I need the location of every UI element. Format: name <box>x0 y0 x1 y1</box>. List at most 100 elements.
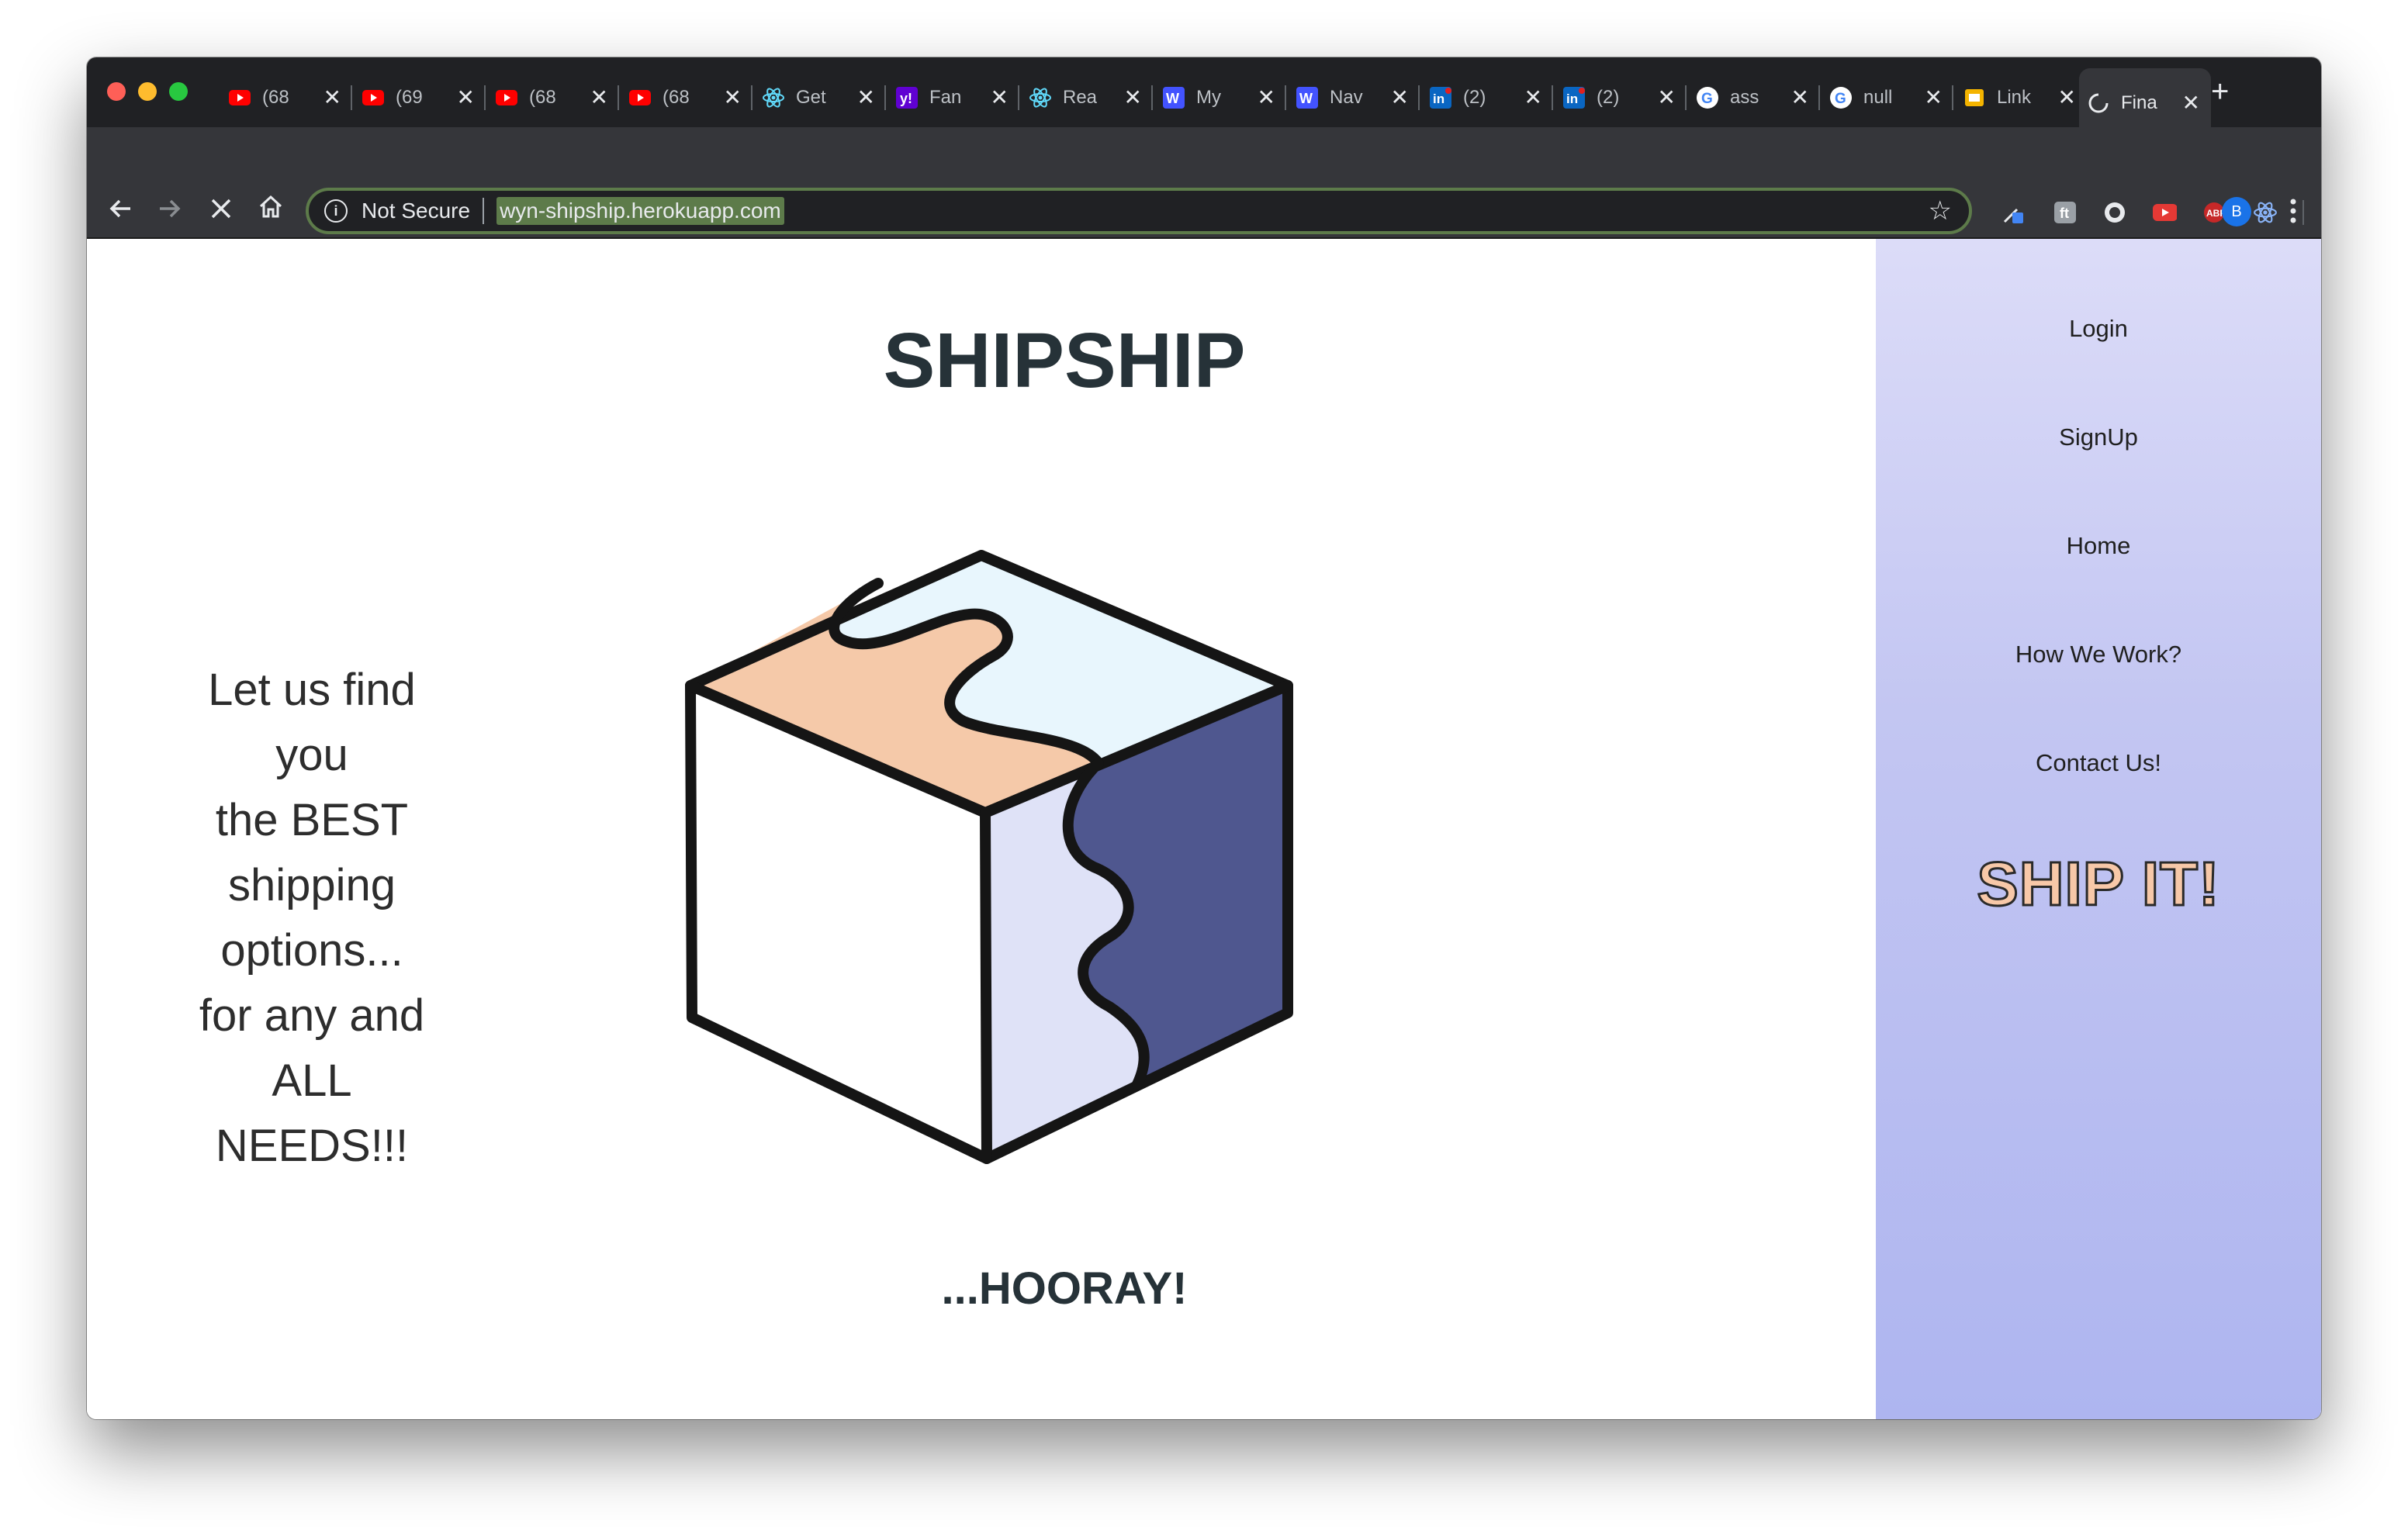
browser-tab[interactable]: W My ✕ <box>1154 68 1286 127</box>
tagline-line: for any and <box>199 990 425 1041</box>
browser-tab[interactable]: (68 ✕ <box>487 68 619 127</box>
tab-title: (68 <box>663 87 690 108</box>
browser-tab[interactable]: Link ✕ <box>1955 68 2087 127</box>
close-tab-icon[interactable]: ✕ <box>1124 87 1142 109</box>
github-extension-icon[interactable] <box>2102 200 2127 225</box>
forward-arrow-icon <box>160 199 181 218</box>
browser-tab[interactable]: G ass ✕ <box>1688 68 1820 127</box>
browser-tab[interactable]: y! Fan ✕ <box>887 68 1019 127</box>
close-tab-icon[interactable]: ✕ <box>724 87 742 109</box>
tagline-line: shipping <box>227 860 396 910</box>
tagline-line: the BEST <box>215 795 409 845</box>
tab-title: Get <box>796 87 826 108</box>
forward-button[interactable] <box>157 195 183 226</box>
browser-tab[interactable]: in (2) ✕ <box>1555 68 1687 127</box>
close-tab-icon[interactable]: ✕ <box>1258 87 1275 109</box>
close-tab-icon[interactable]: ✕ <box>2182 92 2200 114</box>
tab-title: Rea <box>1063 87 1098 108</box>
address-bar[interactable]: i Not Secure wyn-shipship.herokuapp.com … <box>306 188 1972 234</box>
close-tab-icon[interactable]: ✕ <box>991 87 1009 109</box>
font-extension-icon[interactable]: ft <box>2053 200 2078 225</box>
close-tab-icon[interactable]: ✕ <box>323 87 341 109</box>
yahoo-icon: y! <box>895 86 919 109</box>
home-icon <box>259 195 282 218</box>
react-devtools-icon[interactable] <box>2253 200 2278 225</box>
close-tab-icon[interactable]: ✕ <box>1925 87 1943 109</box>
close-tab-icon[interactable]: ✕ <box>457 87 475 109</box>
home-button[interactable] <box>258 194 284 225</box>
close-tab-icon[interactable]: ✕ <box>1524 87 1542 109</box>
tab-title: (69 <box>396 87 423 108</box>
close-tab-icon[interactable]: ✕ <box>590 87 608 109</box>
tagline-line: options... <box>220 925 403 976</box>
video-extension-icon[interactable] <box>2152 200 2177 225</box>
profile-avatar[interactable]: B <box>2222 197 2251 226</box>
nav-link-home[interactable]: Home <box>1876 532 2321 560</box>
close-window-button[interactable] <box>107 82 126 101</box>
tab-title: (2) <box>1463 87 1486 108</box>
tab-title: null <box>1863 87 1893 108</box>
tagline: Let us find you the BEST shipping option… <box>180 658 444 1179</box>
toolbar-divider <box>2301 200 2306 225</box>
info-icon[interactable]: i <box>324 199 348 223</box>
tab-strip: (68 ✕ (69 ✕ (68 ✕ (68 ✕ Get ✕ y! Fan ✕ R… <box>87 57 2321 138</box>
tagline-line: ALL NEEDS!!! <box>215 1055 409 1171</box>
new-tab-button[interactable]: + <box>2211 76 2229 107</box>
tab-title: Link <box>1997 87 2032 108</box>
ship-it-button[interactable]: SHIP IT! <box>1876 848 2321 920</box>
hooray-text: ...HOORAY! <box>941 1263 1188 1314</box>
close-tab-icon[interactable]: ✕ <box>1791 87 1809 109</box>
maximize-window-button[interactable] <box>169 82 188 101</box>
security-status[interactable]: Not Secure <box>362 199 470 223</box>
browser-tab[interactable]: (69 ✕ <box>354 68 486 127</box>
svg-text:y!: y! <box>900 91 912 106</box>
browser-tab[interactable]: in (2) ✕ <box>1421 68 1553 127</box>
react-icon <box>1029 86 1052 109</box>
browser-tab[interactable]: W Nav ✕ <box>1288 68 1420 127</box>
browser-tab[interactable]: G null ✕ <box>1822 68 1953 127</box>
close-icon <box>211 199 231 219</box>
close-tab-icon[interactable]: ✕ <box>2058 87 2076 109</box>
tab-title: My <box>1196 87 1221 108</box>
nav-link-how-we-work[interactable]: How We Work? <box>1876 641 2321 669</box>
close-tab-icon[interactable]: ✕ <box>1391 87 1409 109</box>
nav-link-signup[interactable]: SignUp <box>1876 423 2321 451</box>
tab-title: (68 <box>529 87 556 108</box>
svg-text:W: W <box>1166 91 1179 106</box>
browser-tab[interactable]: Rea ✕ <box>1021 68 1153 127</box>
youtube-icon <box>495 86 518 109</box>
linkedin-icon: in <box>1429 86 1452 109</box>
tab-title: Fina <box>2121 92 2157 113</box>
minimize-window-button[interactable] <box>138 82 157 101</box>
tagline-line: Let us find you <box>208 665 416 780</box>
eyedropper-extension-icon[interactable] <box>2001 200 2026 225</box>
browser-window: (68 ✕ (69 ✕ (68 ✕ (68 ✕ Get ✕ y! Fan ✕ R… <box>87 57 2321 1419</box>
close-tab-icon[interactable]: ✕ <box>1658 87 1676 109</box>
nav-link-contact-us[interactable]: Contact Us! <box>1876 749 2321 777</box>
nav-link-login[interactable]: Login <box>1876 315 2321 343</box>
slides-icon <box>1963 86 1986 109</box>
back-arrow-icon <box>109 199 130 218</box>
browser-tab[interactable]: (68 ✕ <box>621 68 752 127</box>
loading-icon <box>2087 92 2110 115</box>
browser-tab[interactable]: Get ✕ <box>754 68 886 127</box>
linkedin-icon: in <box>1562 86 1586 109</box>
browser-tab[interactable]: (68 ✕ <box>220 68 352 127</box>
back-button[interactable] <box>107 195 133 226</box>
tab-title: Fan <box>929 87 962 108</box>
bookmark-star-icon[interactable]: ☆ <box>1929 195 1952 226</box>
close-tab-icon[interactable]: ✕ <box>857 87 875 109</box>
youtube-icon <box>628 86 652 109</box>
svg-text:in: in <box>1566 92 1578 106</box>
webflow-icon: W <box>1162 86 1185 109</box>
youtube-icon <box>362 86 385 109</box>
url-text[interactable]: wyn-shipship.herokuapp.com <box>496 197 784 225</box>
google-icon: G <box>1829 86 1853 109</box>
svg-text:ft: ft <box>2060 206 2069 221</box>
tab-title: ass <box>1730 87 1759 108</box>
youtube-icon <box>228 86 251 109</box>
browser-menu-icon[interactable] <box>2285 195 2301 226</box>
stop-loading-button[interactable] <box>208 195 234 226</box>
svg-text:W: W <box>1299 91 1313 106</box>
svg-text:in: in <box>1433 92 1444 106</box>
